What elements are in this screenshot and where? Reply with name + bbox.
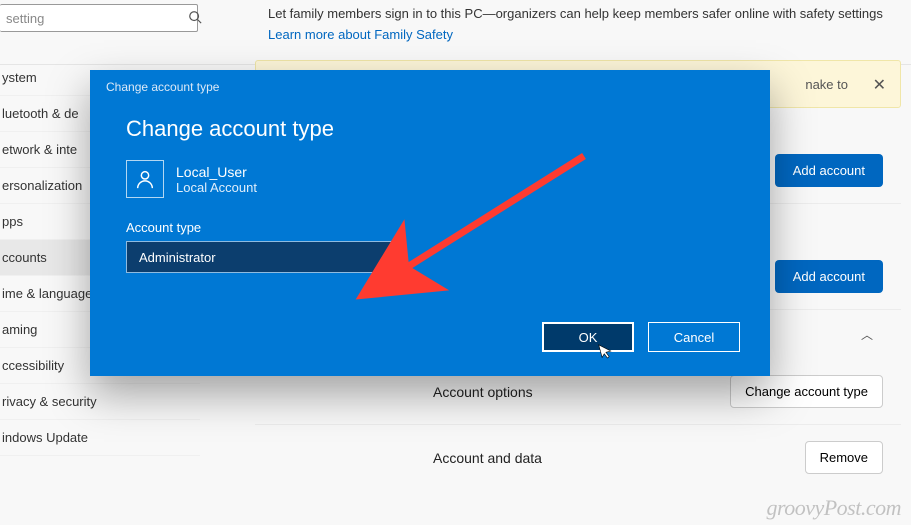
account-type-select[interactable]: Administrator <box>126 241 406 273</box>
account-type-selected-value: Administrator <box>139 250 216 265</box>
account-options-label: Account options <box>433 384 533 400</box>
account-data-row: Account and data Remove <box>255 425 901 490</box>
search-box[interactable] <box>0 4 198 32</box>
topbar: Let family members sign in to this PC—or… <box>0 0 911 65</box>
watermark: groovyPost.com <box>766 495 901 521</box>
notice-text: nake to <box>805 77 848 92</box>
search-icon[interactable] <box>188 10 202 27</box>
cursor-icon <box>598 341 617 365</box>
chevron-up-icon[interactable]: ︿ <box>861 326 873 343</box>
change-account-type-dialog: Change account type Change account type … <box>90 70 770 376</box>
sidebar-item-privacy[interactable]: rivacy & security <box>0 384 200 420</box>
search-input[interactable] <box>0 11 188 26</box>
add-account-button-2[interactable]: Add account <box>775 260 883 293</box>
family-safety-link[interactable]: Learn more about Family Safety <box>268 27 453 42</box>
dialog-titlebar: Change account type <box>90 70 770 94</box>
close-icon[interactable]: ✕ <box>873 75 886 95</box>
ok-button-label: OK <box>579 330 598 345</box>
cancel-button[interactable]: Cancel <box>648 322 740 352</box>
account-type-field-label: Account type <box>126 220 734 235</box>
user-name: Local_User <box>176 164 257 180</box>
remove-button[interactable]: Remove <box>805 441 883 474</box>
header-description: Let family members sign in to this PC—or… <box>268 4 911 46</box>
ok-button[interactable]: OK <box>542 322 634 352</box>
sidebar-item-windows-update[interactable]: indows Update <box>0 420 200 456</box>
add-account-button-1[interactable]: Add account <box>775 154 883 187</box>
chevron-down-icon <box>383 250 393 265</box>
user-icon <box>126 160 164 198</box>
change-account-type-button[interactable]: Change account type <box>730 375 883 408</box>
header-desc-text: Let family members sign in to this PC—or… <box>268 6 883 21</box>
user-account-type-label: Local Account <box>176 180 257 195</box>
dialog-heading: Change account type <box>126 104 734 160</box>
account-data-label: Account and data <box>433 450 542 466</box>
user-info: Local_User Local Account <box>126 160 734 198</box>
